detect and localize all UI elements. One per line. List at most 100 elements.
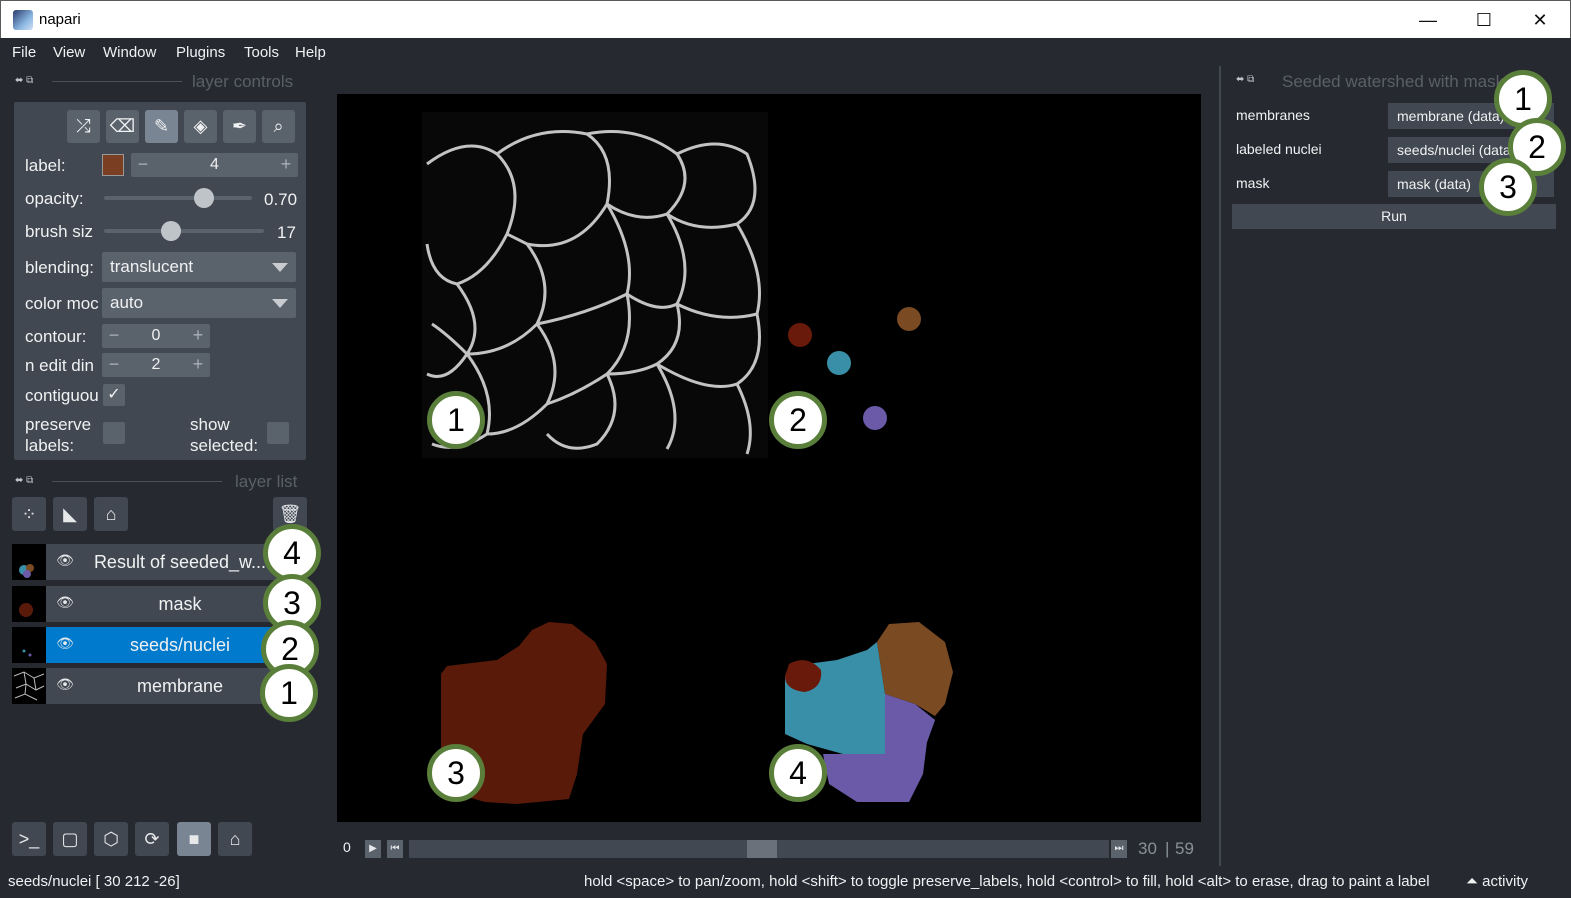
layer-thumbnail [12,668,46,704]
new-points-layer-button[interactable]: ⁘ [12,497,46,531]
step-back-button[interactable]: ⏮ [387,840,403,858]
brush-size-slider-thumb[interactable] [161,221,181,241]
zoom-button[interactable]: ⌕ [262,110,295,143]
increment-icon[interactable]: + [188,325,208,346]
brush-size-value: 17 [277,223,296,242]
menu-view[interactable]: View [53,44,85,61]
contiguous-checkbox[interactable]: ✓ [103,384,125,406]
increment-icon[interactable]: + [276,154,296,175]
chevron-down-icon [272,263,288,272]
layer-row-mask[interactable]: 👁 mask [12,586,294,622]
eye-icon[interactable]: 👁 [54,676,76,694]
show-selected-checkbox[interactable] [267,422,289,444]
new-labels-layer-button[interactable]: ⌂ [94,497,128,531]
label-spinbox[interactable]: − 4 + [131,153,298,177]
points-icon: ⁘ [21,504,37,524]
dock-float-icon[interactable]: ⬌ ⧉ [15,475,33,486]
opacity-value: 0.70 [264,190,298,209]
layer-name: Result of seeded_w... [93,552,267,572]
menu-plugins[interactable]: Plugins [176,44,225,61]
grid-button[interactable]: ■ [177,822,211,856]
chevron-down-icon [272,299,288,308]
skip-forward-icon: ⏭ [1114,843,1124,854]
menu-file[interactable]: File [12,44,36,61]
layer-thumbnail [12,586,46,622]
dims-slider-track[interactable] [409,840,1109,858]
brush-size-label: brush siz [25,222,94,241]
color-mode-value: auto [110,293,144,312]
current-slice[interactable]: 30 [1138,839,1157,859]
layer-name: seeds/nuclei [129,635,231,655]
picker-button[interactable]: ✒ [223,110,256,143]
contiguous-label: contiguou [25,386,99,405]
label-color-swatch[interactable] [102,154,124,176]
erase-button[interactable]: ⌫ [106,110,139,143]
seeds-thumbnail-image [22,649,32,657]
blending-combo[interactable]: translucent [102,252,296,282]
brush-size-slider[interactable] [104,229,264,233]
color-mode-combo[interactable]: auto [102,288,296,318]
labeled-nuclei-value: seeds/nuclei (data) [1397,142,1516,158]
maximize-button[interactable]: ☐ [1461,7,1507,33]
fill-button[interactable]: ◈ [184,110,217,143]
preserve-labels-label: preserve labels: [25,415,92,455]
rotate-icon: ⟳ [144,829,160,849]
shuffle-icon: ⤮ [76,116,91,136]
step-forward-button[interactable]: ⏭ [1111,840,1127,858]
console-button[interactable]: >_ [12,822,46,856]
eye-icon[interactable]: 👁 [54,552,76,570]
menu-window[interactable]: Window [103,44,156,61]
preserve-labels-checkbox[interactable] [103,422,125,444]
annotation-badge-1: 1 [427,391,485,449]
layer-row-seeds-nuclei[interactable]: 👁 seeds/nuclei [12,627,294,663]
membranes-value: membrane (data) [1397,108,1505,124]
magnifier-icon: ⌕ [273,116,284,136]
dock-float-icon[interactable]: ⬌ ⧉ [1236,74,1254,85]
layer-row-result[interactable]: 👁 Result of seeded_w... [12,544,294,580]
layer-thumbnail [12,544,46,580]
viewer-canvas[interactable]: 1 2 3 4 [337,94,1201,822]
blending-label: blending: [25,258,95,277]
layer-controls-title: layer controls [192,72,294,91]
dims-slider-thumb[interactable] [747,840,777,858]
activity-button[interactable]: ⏶ activity [1466,873,1528,890]
grid-square-icon: ■ [188,829,200,849]
annotation-badge-1: 1 [260,664,318,722]
opacity-label: opacity: [25,189,84,208]
dock-divider[interactable] [1219,66,1221,866]
annotation-badge-3: 3 [427,744,485,802]
eye-icon[interactable]: 👁 [54,635,76,653]
opacity-slider[interactable] [104,196,252,200]
terminal-icon: >_ [18,829,40,849]
minimize-button[interactable]: — [1405,7,1451,33]
dock-float-icon[interactable]: ⬌ ⧉ [15,75,33,86]
play-button[interactable]: ▶ [365,840,381,858]
transpose-button[interactable]: ⟳ [135,822,169,856]
annotation-badge-2: 2 [769,391,827,449]
roll-dims-button[interactable]: ⬡ [94,822,128,856]
menu-help[interactable]: Help [295,44,326,61]
dims-slider-bar: 0 ▶ ⏮ ⏭ 30 | 59 [337,836,1201,862]
increment-icon[interactable]: + [188,354,208,375]
brush-icon: ✎ [153,116,170,136]
close-button[interactable]: ✕ [1517,7,1563,33]
shuffle-colors-button[interactable]: ⤮ [67,110,100,143]
opacity-slider-thumb[interactable] [194,188,214,208]
cube-icon: ⬡ [103,829,119,849]
canvas-image [422,112,953,804]
n-edit-dim-spinbox[interactable]: − 2 + [102,353,210,377]
membrane-thumbnail-image [13,671,45,701]
layer-row-membrane[interactable]: 👁 membrane [12,668,294,704]
skip-back-icon: ⏮ [390,843,400,854]
contour-spinbox[interactable]: − 0 + [102,324,210,348]
home-button[interactable]: ⌂ [218,822,252,856]
label-value: 4 [210,156,219,173]
annotation-badge-4: 4 [769,744,827,802]
menu-tools[interactable]: Tools [244,44,279,61]
new-shapes-layer-button[interactable]: ◣ [53,497,87,531]
eye-icon[interactable]: 👁 [54,594,76,612]
paint-button[interactable]: ✎ [145,110,178,143]
bucket-icon: ◈ [193,116,208,136]
napari-app-icon [13,10,33,30]
ndisplay-button[interactable]: ▢ [53,822,87,856]
